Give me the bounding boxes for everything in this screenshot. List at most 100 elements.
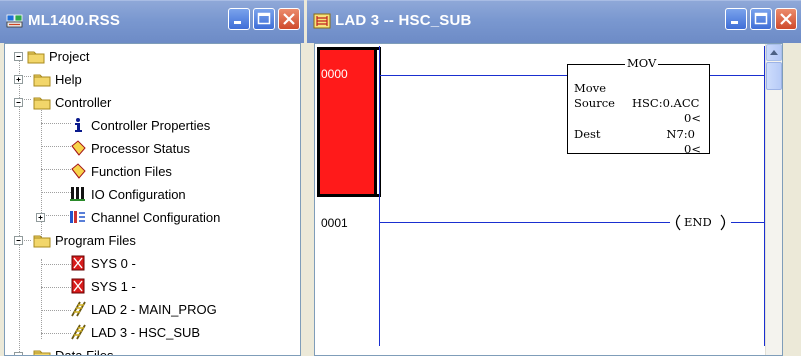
tree-connector	[41, 310, 71, 311]
tree-connector	[41, 146, 71, 147]
mov-description: Move	[574, 81, 607, 95]
rslogix-app-icon	[6, 14, 23, 28]
tree-item-lad3[interactable]: LAD 3 - HSC_SUB	[69, 321, 200, 343]
tree-item-label: IO Configuration	[91, 186, 186, 202]
minimize-icon	[731, 21, 738, 24]
rung-0000-wire-right	[710, 75, 764, 76]
end-instruction[interactable]: END	[670, 214, 731, 231]
tree-close-button[interactable]	[278, 8, 300, 30]
ladder-vertical-scrollbar[interactable]	[765, 44, 782, 355]
rung-number-0000[interactable]: 0000	[321, 67, 348, 81]
channel-config-icon	[70, 211, 85, 223]
folder-icon	[33, 350, 51, 355]
close-icon	[780, 13, 792, 25]
tree-item-program-files[interactable]: Program Files	[33, 229, 136, 251]
ladder-window-title: LAD 3 -- HSC_SUB	[335, 12, 472, 29]
ladder-close-button[interactable]	[775, 8, 797, 30]
tree-expand-channel-configuration[interactable]	[36, 213, 45, 222]
plus-icon	[16, 77, 21, 82]
tree-maximize-button[interactable]	[253, 8, 275, 30]
tree-item-processor-status[interactable]: Processor Status	[69, 137, 190, 159]
minus-icon	[16, 102, 21, 103]
tree-item-label: Controller	[55, 94, 112, 110]
ladder-minimize-button[interactable]	[725, 8, 747, 30]
io-config-icon	[70, 187, 85, 201]
mov-source-value[interactable]: HSC:0.ACC	[632, 96, 699, 110]
tree-item-io-configuration[interactable]: IO Configuration	[69, 183, 186, 205]
tree-window-titlebar[interactable]: ML1400.RSS	[0, 0, 304, 43]
sys-file-icon	[71, 255, 85, 271]
tree-item-label: Project	[49, 48, 90, 64]
ladder-program-icon	[313, 13, 331, 29]
tree-item-data-files[interactable]: Data Files	[33, 344, 114, 356]
tree-collapse-project[interactable]	[14, 52, 23, 61]
tree-item-lad2[interactable]: LAD 2 - MAIN_PROG	[69, 298, 217, 320]
tree-item-function-files[interactable]: Function Files	[69, 160, 172, 182]
tree-item-label: SYS 0 -	[91, 255, 136, 271]
tree-connector	[41, 215, 71, 216]
tree-item-sys1[interactable]: SYS 1 -	[69, 275, 136, 297]
minus-icon	[16, 56, 21, 57]
project-tree-window: ML1400.RSS Project Help Controller Contr…	[0, 0, 304, 356]
ladder-canvas[interactable]: 0000 Move Source HSC:0.ACC 0< Dest N7:0 …	[314, 43, 783, 356]
mov-instruction[interactable]: Move Source HSC:0.ACC 0< Dest N7:0 0<	[567, 64, 710, 156]
rung-0001-wire-left	[379, 222, 670, 223]
tree-connector	[41, 192, 71, 193]
folder-icon	[33, 235, 51, 248]
tree-collapse-program-files[interactable]	[14, 236, 23, 245]
end-label: END	[684, 215, 712, 229]
sys-file-icon	[71, 278, 85, 294]
scroll-up-button[interactable]	[766, 44, 782, 61]
maximize-icon	[754, 12, 768, 25]
tree-connector	[41, 287, 71, 288]
tree-minimize-button[interactable]	[228, 8, 250, 30]
maximize-icon	[257, 12, 271, 25]
mov-instruction-name: MOV	[625, 56, 659, 70]
tree-item-label: LAD 2 - MAIN_PROG	[91, 301, 217, 317]
plus-icon	[38, 215, 43, 220]
tree-item-controller[interactable]: Controller	[33, 91, 111, 113]
ladder-file-icon	[71, 324, 86, 340]
mov-source-label: Source	[574, 96, 615, 110]
arrow-up-icon	[770, 50, 778, 55]
tree-item-label: Controller Properties	[91, 117, 211, 133]
tree-item-label: Data Files	[55, 347, 114, 356]
rung-0000-wire-left	[379, 75, 567, 76]
mov-source-current: 0<	[684, 111, 701, 125]
tree-item-label: Processor Status	[91, 140, 190, 156]
mov-dest-label: Dest	[574, 127, 601, 141]
tree-item-sys0[interactable]: SYS 0 -	[69, 252, 136, 274]
tree-item-label: Channel Configuration	[91, 209, 221, 225]
tree-item-label: Program Files	[55, 232, 136, 248]
tree-connector	[41, 259, 42, 339]
tree-connector	[41, 333, 71, 334]
mov-dest-value[interactable]: N7:0	[666, 127, 695, 141]
ladder-editor-window: LAD 3 -- HSC_SUB 0000 Move Source HSC:0.…	[307, 0, 801, 356]
tree-collapse-data-files[interactable]	[14, 352, 23, 355]
close-icon	[283, 13, 295, 25]
tree-expand-help[interactable]	[14, 75, 23, 84]
info-icon	[75, 118, 82, 132]
tree-item-channel-configuration[interactable]: Channel Configuration	[69, 206, 220, 228]
ladder-window-titlebar[interactable]: LAD 3 -- HSC_SUB	[307, 0, 801, 43]
rung-number-0001[interactable]: 0001	[321, 216, 348, 230]
tree-collapse-controller[interactable]	[14, 98, 23, 107]
project-tree[interactable]: Project Help Controller Controller Prope…	[4, 43, 301, 356]
minus-icon	[16, 240, 21, 241]
folder-icon	[33, 74, 51, 87]
rung-0001-wire-right	[731, 222, 764, 223]
tree-item-project[interactable]: Project	[27, 45, 89, 67]
tree-connector	[41, 123, 71, 124]
scroll-thumb[interactable]	[766, 62, 782, 90]
data-file-icon	[71, 163, 86, 179]
folder-icon	[27, 51, 45, 64]
tree-connector	[41, 264, 71, 265]
tree-item-controller-properties[interactable]: Controller Properties	[69, 114, 210, 136]
left-power-rail	[379, 46, 380, 346]
tree-connector	[41, 169, 71, 170]
tree-item-label: Function Files	[91, 163, 172, 179]
ladder-maximize-button[interactable]	[750, 8, 772, 30]
minimize-icon	[234, 21, 241, 24]
tree-item-help[interactable]: Help	[33, 68, 82, 90]
tree-window-title: ML1400.RSS	[28, 12, 121, 29]
